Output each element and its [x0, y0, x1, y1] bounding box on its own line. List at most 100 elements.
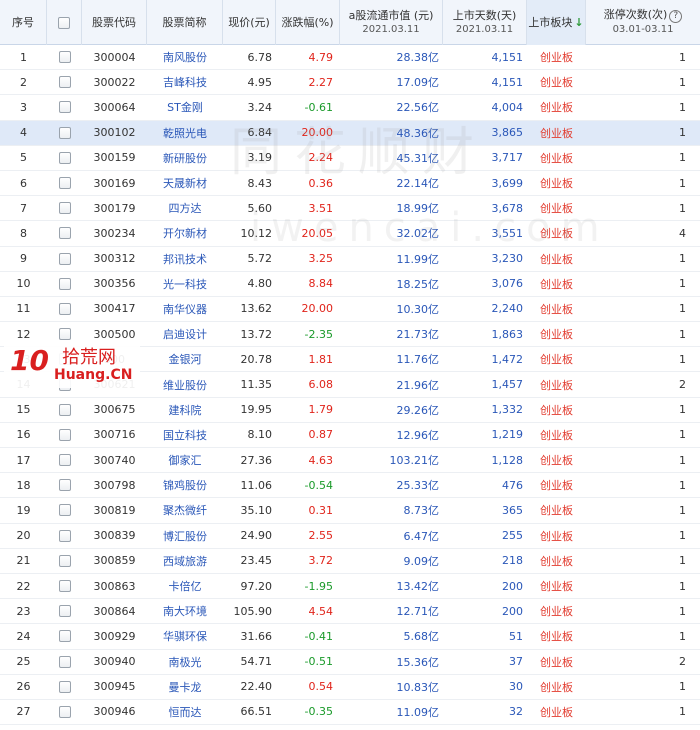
table-row[interactable]: 19 300819 聚杰微纤 35.10 0.31 8.73亿 365 创业板 1 — [0, 498, 700, 524]
stock-name-link[interactable]: ST金刚 — [147, 95, 223, 119]
row-select-checkbox[interactable] — [58, 504, 71, 517]
row-checkbox[interactable] — [47, 498, 82, 522]
table-row[interactable]: 4 300102 乾照光电 6.84 20.00 48.36亿 3,865 创业板 1 — [0, 120, 700, 146]
board-link[interactable]: 创业板 — [527, 45, 586, 69]
row-select-checkbox[interactable] — [58, 529, 71, 542]
stock-name-link[interactable]: 华骐环保 — [147, 624, 223, 648]
row-select-checkbox[interactable] — [58, 51, 71, 64]
table-row[interactable]: 10 300356 光一科技 4.80 8.84 18.25亿 3,076 创业板 1 — [0, 272, 700, 297]
board-link[interactable]: 创业板 — [527, 196, 586, 220]
stock-name-link[interactable]: 四方达 — [147, 196, 223, 220]
row-select-checkbox[interactable] — [58, 151, 71, 164]
row-checkbox[interactable] — [47, 448, 82, 472]
row-select-checkbox[interactable] — [58, 630, 71, 643]
row-checkbox[interactable] — [47, 624, 82, 648]
stock-name-link[interactable]: 光一科技 — [147, 272, 223, 296]
board-link[interactable]: 创业板 — [527, 574, 586, 598]
row-select-checkbox[interactable] — [58, 655, 71, 668]
board-link[interactable]: 创业板 — [527, 322, 586, 346]
row-checkbox[interactable] — [47, 121, 82, 145]
stock-name-link[interactable]: 南华仪器 — [147, 297, 223, 321]
header-change[interactable]: 涨跌幅(%) — [276, 0, 340, 45]
row-checkbox[interactable] — [47, 675, 82, 699]
table-row[interactable]: 26 300945 曼卡龙 22.40 0.54 10.83亿 30 创业板 1 — [0, 675, 700, 700]
row-checkbox[interactable] — [47, 146, 82, 170]
row-select-checkbox[interactable] — [58, 479, 71, 492]
board-link[interactable]: 创业板 — [527, 171, 586, 195]
row-select-checkbox[interactable] — [58, 554, 71, 567]
stock-name-link[interactable]: 曼卡龙 — [147, 675, 223, 699]
row-checkbox[interactable] — [47, 196, 82, 220]
stock-name-link[interactable]: 建科院 — [147, 398, 223, 422]
row-checkbox[interactable] — [47, 247, 82, 271]
row-select-checkbox[interactable] — [58, 177, 71, 190]
header-days[interactable]: 上市天数(天) 2021.03.11 — [443, 0, 527, 45]
row-select-checkbox[interactable] — [58, 328, 71, 341]
row-checkbox[interactable] — [47, 272, 82, 296]
row-select-checkbox[interactable] — [58, 252, 71, 265]
board-link[interactable]: 创业板 — [527, 272, 586, 296]
table-row[interactable]: 7 300179 四方达 5.60 3.51 18.99亿 3,678 创业板 1 — [0, 196, 700, 222]
table-row[interactable]: 16 300716 国立科技 8.10 0.87 12.96亿 1,219 创业板 1 — [0, 423, 700, 448]
row-select-checkbox[interactable] — [58, 227, 71, 240]
stock-name-link[interactable]: 聚杰微纤 — [147, 498, 223, 522]
table-row[interactable]: 8 300234 开尔新材 10.12 20.05 32.02亿 3,551 创业板 4 — [0, 221, 700, 247]
header-index[interactable]: 序号 — [0, 0, 47, 45]
row-checkbox[interactable] — [47, 549, 82, 573]
row-checkbox[interactable] — [47, 574, 82, 598]
row-checkbox[interactable] — [47, 398, 82, 422]
table-row[interactable]: 18 300798 锦鸡股份 11.06 -0.54 25.33亿 476 创业板 1 — [0, 473, 700, 499]
board-link[interactable]: 创业板 — [527, 297, 586, 321]
row-checkbox[interactable] — [47, 524, 82, 548]
row-select-checkbox[interactable] — [58, 277, 71, 290]
board-link[interactable]: 创业板 — [527, 95, 586, 119]
board-link[interactable]: 创业板 — [527, 473, 586, 497]
board-link[interactable]: 创业板 — [527, 524, 586, 548]
table-row[interactable]: 20 300839 博汇股份 24.90 2.55 6.47亿 255 创业板 1 — [0, 524, 700, 549]
table-row[interactable]: 21 300859 西域旅游 23.45 3.72 9.09亿 218 创业板 1 — [0, 549, 700, 574]
board-link[interactable]: 创业板 — [527, 121, 586, 145]
board-link[interactable]: 创业板 — [527, 70, 586, 94]
board-link[interactable]: 创业板 — [527, 247, 586, 271]
board-link[interactable]: 创业板 — [527, 448, 586, 472]
row-checkbox[interactable] — [47, 423, 82, 447]
header-price[interactable]: 现价(元) — [223, 0, 276, 45]
board-link[interactable]: 创业板 — [527, 221, 586, 245]
row-select-checkbox[interactable] — [58, 605, 71, 618]
table-row[interactable]: 2 300022 吉峰科技 4.95 2.27 17.09亿 4,151 创业板 1 — [0, 70, 700, 96]
board-link[interactable]: 创业板 — [527, 650, 586, 674]
board-link[interactable]: 创业板 — [527, 423, 586, 447]
stock-name-link[interactable]: 锦鸡股份 — [147, 473, 223, 497]
header-mcap[interactable]: a股流通市值 (元) 2021.03.11 — [340, 0, 443, 45]
table-row[interactable]: 24 300929 华骐环保 31.66 -0.41 5.68亿 51 创业板 1 — [0, 624, 700, 650]
stock-name-link[interactable]: 恒而达 — [147, 700, 223, 724]
stock-name-link[interactable]: 南大环境 — [147, 599, 223, 623]
table-row[interactable]: 25 300940 南极光 54.71 -0.51 15.36亿 37 创业板 2 — [0, 650, 700, 675]
board-link[interactable]: 创业板 — [527, 498, 586, 522]
row-checkbox[interactable] — [47, 473, 82, 497]
row-checkbox[interactable] — [47, 70, 82, 94]
table-row[interactable]: 5 300159 新研股份 3.19 2.24 45.31亿 3,717 创业板 1 — [0, 146, 700, 171]
board-link[interactable]: 创业板 — [527, 372, 586, 396]
header-select-all[interactable] — [47, 0, 82, 45]
table-row[interactable]: 23 300864 南大环境 105.90 4.54 12.71亿 200 创业板 1 — [0, 599, 700, 625]
stock-name-link[interactable]: 卡倍亿 — [147, 574, 223, 598]
board-link[interactable]: 创业板 — [527, 624, 586, 648]
table-row[interactable]: 6 300169 天晟新材 8.43 0.36 22.14亿 3,699 创业板 1 — [0, 171, 700, 197]
row-select-checkbox[interactable] — [58, 403, 71, 416]
stock-name-link[interactable]: 邦讯技术 — [147, 247, 223, 271]
stock-name-link[interactable]: 国立科技 — [147, 423, 223, 447]
row-select-checkbox[interactable] — [58, 126, 71, 139]
stock-name-link[interactable]: 金银河 — [147, 347, 223, 371]
row-select-checkbox[interactable] — [58, 580, 71, 593]
row-checkbox[interactable] — [47, 700, 82, 724]
row-checkbox[interactable] — [47, 650, 82, 674]
row-checkbox[interactable] — [47, 221, 82, 245]
table-row[interactable]: 22 300863 卡倍亿 97.20 -1.95 13.42亿 200 创业板 1 — [0, 574, 700, 600]
header-limit[interactable]: 涨停次数(次)? 03.01-03.11 — [586, 0, 700, 45]
stock-name-link[interactable]: 南极光 — [147, 650, 223, 674]
board-link[interactable]: 创业板 — [527, 675, 586, 699]
stock-name-link[interactable]: 吉峰科技 — [147, 70, 223, 94]
board-link[interactable]: 创业板 — [527, 347, 586, 371]
row-checkbox[interactable] — [47, 599, 82, 623]
